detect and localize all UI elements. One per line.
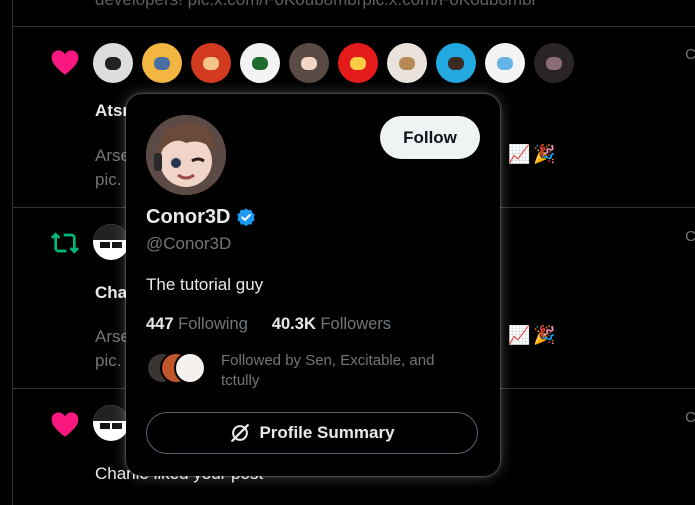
timestamp: C bbox=[685, 46, 695, 63]
following-stat[interactable]: 447 Following bbox=[146, 315, 248, 334]
notification-title[interactable]: Atsı bbox=[95, 101, 127, 121]
avatar[interactable] bbox=[534, 43, 574, 83]
followers-stat[interactable]: 40.3K Followers bbox=[272, 315, 391, 334]
grok-icon bbox=[231, 424, 250, 442]
post-preview-link[interactable]: pic. bbox=[95, 350, 121, 372]
avatar[interactable] bbox=[191, 43, 231, 83]
profile-summary-label: Profile Summary bbox=[259, 423, 395, 442]
heart-icon bbox=[51, 50, 79, 75]
chart-emoji: 📈 bbox=[508, 144, 531, 164]
followed-by-text[interactable]: Followed by Sen, Excitable, and tctully bbox=[221, 351, 471, 391]
post-preview-link[interactable]: pic. bbox=[95, 169, 121, 191]
repost-icon bbox=[51, 232, 79, 254]
profile-avatar[interactable] bbox=[146, 115, 226, 195]
profile-bio: The tutorial guy bbox=[146, 275, 264, 294]
following-count: 447 bbox=[146, 315, 174, 333]
followers-count: 40.3K bbox=[271, 315, 316, 333]
heart-icon bbox=[51, 412, 79, 437]
avatar[interactable] bbox=[436, 43, 476, 83]
post-preview-line: Arse bbox=[95, 146, 130, 165]
profile-summary-button[interactable]: Profile Summary bbox=[146, 412, 478, 454]
avatar[interactable] bbox=[387, 43, 427, 83]
profile-hover-card: Follow Conor3D @Conor3D The tutorial guy… bbox=[126, 94, 500, 476]
avatar-illustration bbox=[146, 115, 226, 195]
chart-emoji: 📈 bbox=[508, 325, 531, 345]
avatar[interactable] bbox=[93, 43, 133, 83]
username-handle[interactable]: @Conor3D bbox=[146, 234, 231, 254]
timestamp: C bbox=[685, 228, 695, 245]
avatar[interactable] bbox=[338, 43, 378, 83]
display-name-row: Conor3D bbox=[146, 206, 257, 229]
notification-title[interactable]: Cha bbox=[95, 283, 127, 303]
followers-label: Followers bbox=[320, 315, 392, 333]
timestamp: C bbox=[685, 409, 695, 426]
follow-button[interactable]: Follow bbox=[380, 116, 480, 159]
avatar[interactable] bbox=[93, 224, 129, 260]
following-label: Following bbox=[178, 315, 248, 333]
post-preview-line: Arse bbox=[95, 327, 130, 346]
divider bbox=[13, 26, 695, 27]
avatar[interactable] bbox=[289, 43, 329, 83]
party-emoji: 🎉 bbox=[533, 325, 556, 345]
avatar[interactable] bbox=[485, 43, 525, 83]
follow-stats: 447 Following 40.3K Followers bbox=[146, 315, 391, 334]
mutual-follower-avatars[interactable] bbox=[146, 352, 210, 384]
avatar[interactable] bbox=[142, 43, 182, 83]
avatar[interactable] bbox=[93, 405, 129, 441]
liker-avatars bbox=[93, 43, 574, 83]
avatar bbox=[174, 352, 206, 384]
previous-notification-text: developers! pic.x.com/FoKoub8mbrpic.x.co… bbox=[95, 0, 537, 10]
display-name[interactable]: Conor3D bbox=[146, 206, 230, 229]
party-emoji: 🎉 bbox=[533, 144, 556, 164]
verified-badge-icon bbox=[237, 207, 256, 226]
avatar[interactable] bbox=[240, 43, 280, 83]
